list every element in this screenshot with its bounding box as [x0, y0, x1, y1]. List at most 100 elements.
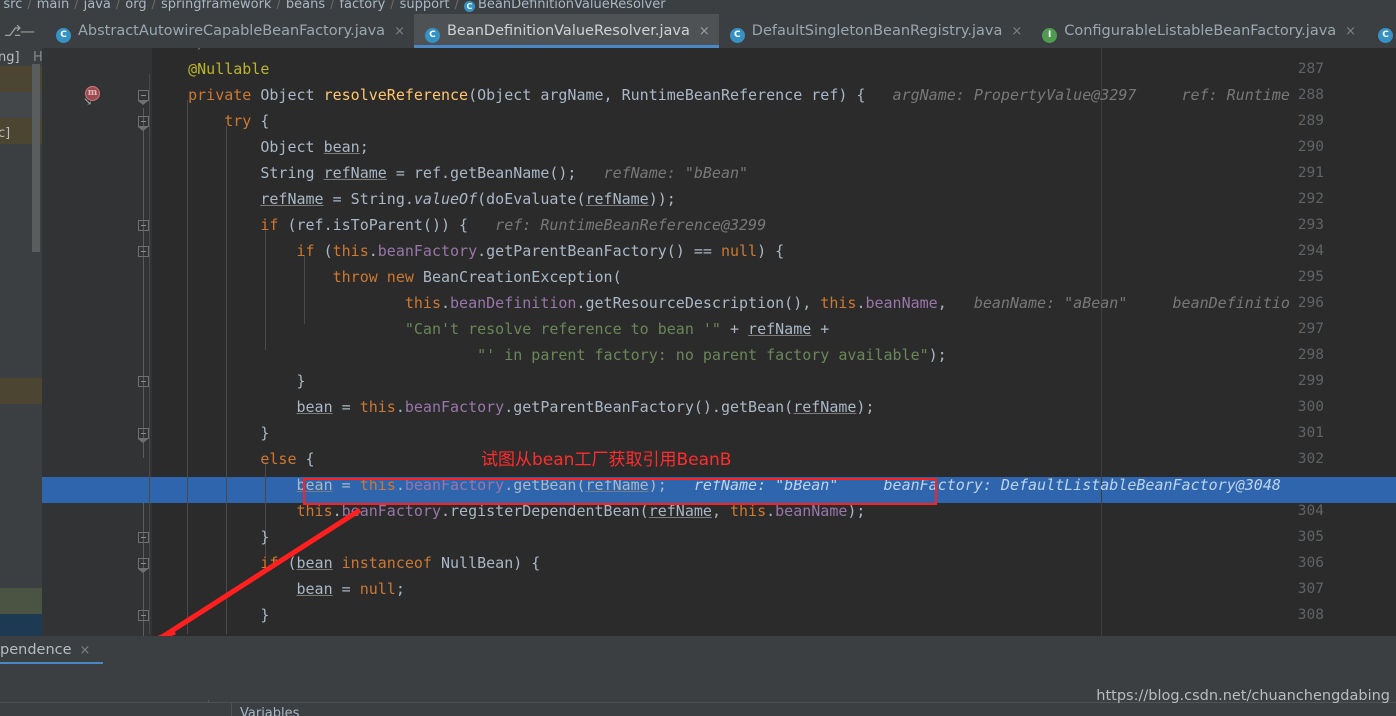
code-token: = ref.getBeanName(); — [386, 164, 577, 182]
fold-marker[interactable] — [138, 90, 149, 101]
code-line[interactable]: refName = String.valueOf(doEvaluate(refN… — [152, 186, 1396, 212]
code-token: + — [811, 320, 830, 338]
fold-marker[interactable] — [138, 376, 149, 387]
code-line[interactable]: String refName = ref.getBeanName(); refN… — [152, 160, 1396, 186]
code-token: BeanCreationException( — [413, 268, 622, 286]
code-text-area[interactable]: */ @Nullable private Object resolveRefer… — [42, 48, 1396, 636]
code-token: refName — [585, 190, 649, 208]
breadcrumb-item[interactable]: beans — [286, 0, 325, 12]
code-line[interactable]: this.beanDefinition.getResourceDescripti… — [152, 290, 1396, 316]
editor-tab-label: ConfigurableListableBeanFactory.java — [1064, 23, 1337, 39]
left-panel-h-fragment: H — [33, 50, 42, 65]
code-token: beanFactory — [404, 398, 505, 416]
fold-marker[interactable] — [138, 246, 149, 257]
breadcrumb-item[interactable]: springframework — [161, 0, 271, 12]
close-icon[interactable]: × — [1345, 15, 1356, 48]
code-token: .getParentBeanFactory() == — [477, 242, 721, 260]
tab-overflow-indicator[interactable]: C — [1374, 14, 1396, 48]
fold-marker[interactable] — [138, 610, 149, 621]
code-line[interactable]: "' in parent factory: no parent factory … — [152, 342, 1396, 368]
minimize-icon[interactable]: — — [20, 22, 35, 40]
code-line[interactable]: "Can't resolve reference to bean '" + re… — [152, 316, 1396, 342]
code-line[interactable]: throw new BeanCreationException( — [152, 264, 1396, 290]
code-token: = — [332, 580, 360, 598]
editor-tab-label: AbstractAutowireCapableBeanFactory.java — [78, 23, 386, 39]
fold-marker[interactable] — [138, 532, 149, 543]
fold-marker[interactable] — [138, 220, 149, 231]
code-line[interactable]: */ — [152, 48, 1396, 56]
code-token: null — [720, 242, 758, 260]
code-token: . — [395, 398, 405, 416]
code-token: .getParentBeanFactory().getBean( — [504, 398, 794, 416]
code-line[interactable]: bean = null; — [152, 576, 1396, 602]
panel-divider[interactable] — [231, 703, 232, 716]
code-line[interactable]: else { — [152, 446, 1396, 472]
editor-tab-2[interactable]: C DefaultSingletonBeanRegistry.java × — [718, 14, 1032, 48]
code-token: Object — [251, 86, 324, 104]
breadcrumb-item[interactable]: org — [125, 0, 146, 12]
breakpoint-icon[interactable]: m ↘ — [83, 86, 100, 108]
close-icon[interactable]: × — [1011, 15, 1022, 48]
editor-tab-label: DefaultSingletonBeanRegistry.java — [751, 23, 1003, 39]
code-line[interactable]: bean = this.beanFactory.getParentBeanFac… — [152, 394, 1396, 420]
close-icon[interactable]: × — [80, 643, 91, 658]
code-line[interactable]: Object bean; — [152, 134, 1396, 160]
code-token: bean — [296, 398, 333, 416]
code-line[interactable]: @Nullable — [152, 56, 1396, 82]
code-token: (doEvaluate( — [477, 190, 586, 208]
code-token: this — [404, 294, 441, 312]
fold-marker[interactable] — [138, 116, 149, 127]
editor-tab-0[interactable]: C AbstractAutowireCapableBeanFactory.java… — [45, 14, 414, 48]
breadcrumb-item[interactable]: java — [84, 0, 111, 12]
breadcrumb-current[interactable]: BeanDefinitionValueResolver — [478, 0, 666, 12]
breadcrumb-separator: / — [276, 0, 281, 12]
code-token: refName — [323, 164, 387, 182]
code-line[interactable]: if (this.beanFactory.getParentBeanFactor… — [152, 238, 1396, 264]
code-line[interactable]: } — [152, 368, 1396, 394]
left-tool-window-sliver[interactable]: ng] c] H — [0, 48, 42, 636]
code-line[interactable]: if (ref.isToParent()) { ref: RuntimeBean… — [152, 212, 1396, 238]
close-icon[interactable]: × — [394, 15, 405, 48]
editor-gutter[interactable] — [42, 48, 152, 636]
fold-marker[interactable] — [138, 428, 149, 439]
code-line[interactable]: } — [152, 420, 1396, 446]
editor-tab-1[interactable]: C BeanDefinitionValueResolver.java × — [413, 14, 719, 48]
variables-header: Variables — [240, 706, 300, 716]
debug-session-tab[interactable]: pendence × — [0, 636, 90, 664]
editor-tabbar: ⎇ — C AbstractAutowireCapableBeanFactory.… — [0, 14, 1396, 48]
debug-frames-variables-area[interactable] — [0, 702, 1396, 716]
fold-marker[interactable] — [138, 558, 149, 569]
breadcrumb-item[interactable]: factory — [339, 0, 385, 12]
code-line[interactable]: private Object resolveReference(Object a… — [152, 82, 1396, 108]
fold-cap — [138, 569, 148, 573]
branch-icon[interactable]: ⎇ — [4, 22, 21, 40]
breadcrumb-item[interactable]: main — [37, 0, 69, 12]
breadcrumb-item[interactable]: src — [3, 0, 22, 12]
close-icon[interactable]: × — [699, 15, 710, 48]
editor-tabs: C AbstractAutowireCapableBeanFactory.java… — [45, 14, 1366, 48]
left-panel-scrollbar[interactable] — [32, 64, 40, 252]
breadcrumb-item[interactable]: support — [400, 0, 450, 12]
code-line[interactable]: if (bean instanceof NullBean) { — [152, 550, 1396, 576]
inline-parameter-hint: argName: PropertyValue@3297 ref: Runtime — [865, 86, 1290, 104]
breadcrumb[interactable]: ans/src/main/java/org/springframework/be… — [0, 0, 1396, 14]
code-token: . — [441, 294, 451, 312]
chinese-annotation-note: 试图从bean工厂获取引用BeanB — [481, 450, 732, 470]
code-token: { — [296, 450, 315, 468]
code-token: (Object argName, RuntimeBeanReference re… — [468, 86, 866, 104]
code-line[interactable]: } — [152, 524, 1396, 550]
code-token: } — [152, 424, 270, 442]
fold-cap — [138, 101, 148, 105]
code-line[interactable]: try { — [152, 108, 1396, 134]
breakpoint-arrow-icon: ↘ — [83, 95, 93, 108]
code-editor[interactable]: m ↘ 287 288 289 290 291 292 293 294 295 296 297 298 2… — [42, 48, 1396, 636]
code-line[interactable]: } — [152, 602, 1396, 628]
code-token: "' in parent factory: no parent factory … — [477, 346, 929, 364]
editor-tab-3[interactable]: I ConfigurableListableBeanFactory.java × — [1031, 14, 1366, 48]
